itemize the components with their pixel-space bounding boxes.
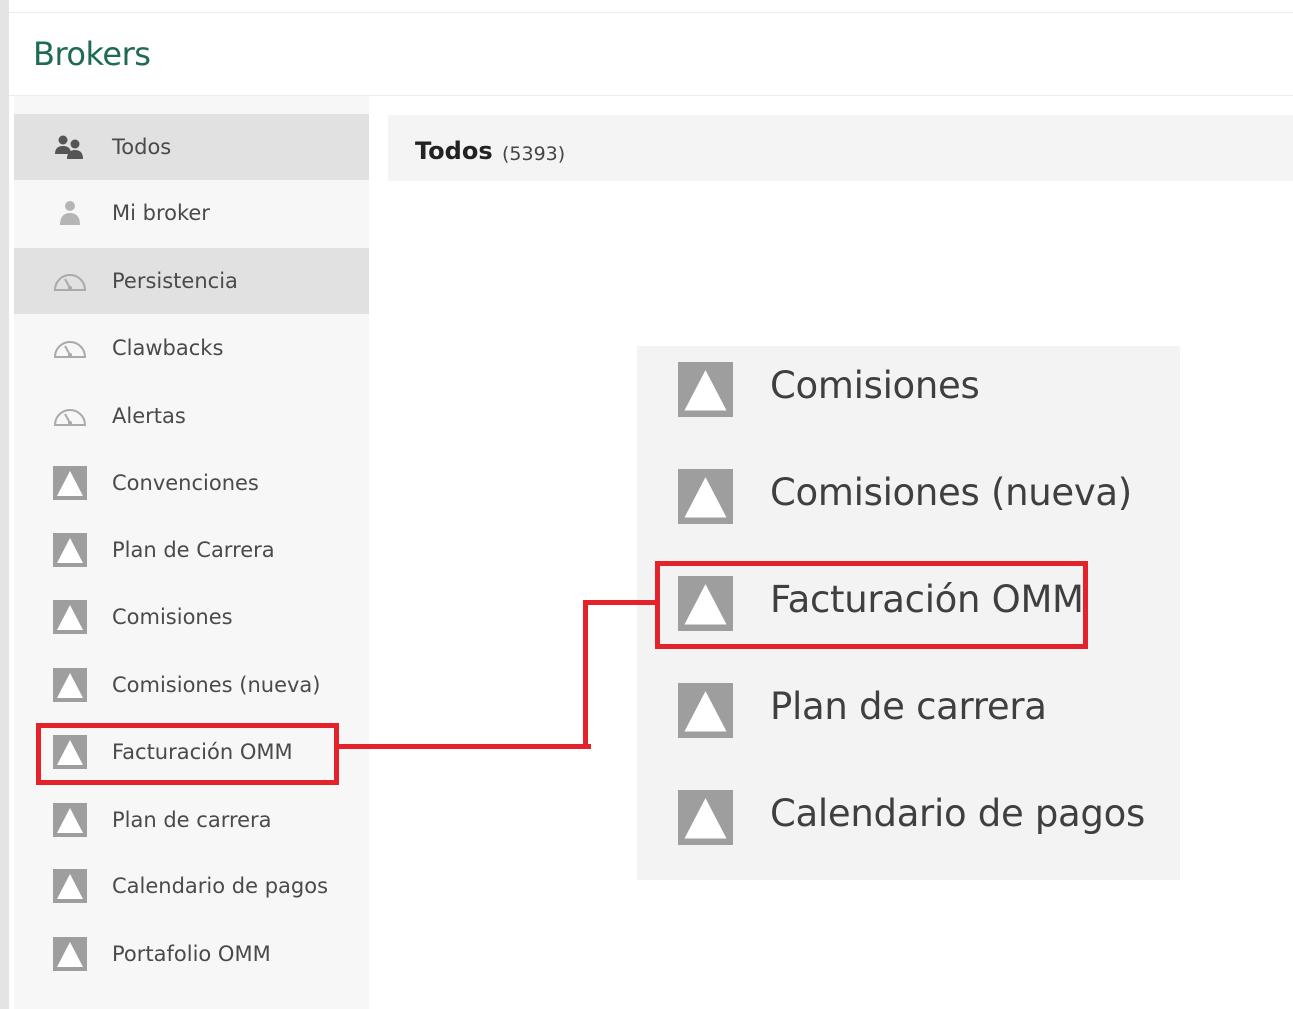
zoom-item-label: Comisiones	[770, 364, 980, 407]
triangle-image-icon	[52, 532, 88, 568]
sidebar-item-comisiones-nueva[interactable]: Comisiones (nueva)	[14, 652, 369, 718]
highlight-box-sidebar	[36, 723, 339, 785]
zoom-item-calendario-de-pagos[interactable]: Calendario de pagos	[637, 774, 1180, 881]
zoom-item-plan-de-carrera[interactable]: Plan de carrera	[637, 667, 1180, 774]
sidebar-item-calendario-de-pagos[interactable]: Calendario de pagos	[14, 853, 369, 919]
triangle-image-icon	[678, 683, 733, 738]
sidebar-item-clawbacks[interactable]: Clawbacks	[14, 315, 369, 381]
gauge-icon	[52, 263, 88, 299]
connector-line-horizontal-bottom	[339, 744, 591, 749]
sidebar-item-portafolio-omm[interactable]: Portafolio OMM	[14, 921, 369, 987]
triangle-image-icon	[678, 362, 733, 417]
sidebar-item-label: Mi broker	[112, 201, 210, 225]
sidebar-item-persistencia[interactable]: Persistencia	[14, 248, 369, 314]
sidebar-item-plan-de-carrera-2[interactable]: Plan de carrera	[14, 787, 369, 853]
zoom-item-comisiones[interactable]: Comisiones	[637, 346, 1180, 453]
sidebar-item-label: Portafolio OMM	[112, 942, 271, 966]
sidebar-item-label: Calendario de pagos	[112, 874, 329, 898]
zoom-item-label: Plan de carrera	[770, 685, 1047, 728]
users-icon	[52, 129, 88, 165]
zoom-item-comisiones-nueva[interactable]: Comisiones (nueva)	[637, 453, 1180, 560]
triangle-image-icon	[678, 469, 733, 524]
triangle-image-icon	[52, 599, 88, 635]
sidebar: Todos Mi broker Persistencia Clawbacks A…	[14, 96, 369, 1009]
sidebar-item-convenciones[interactable]: Convenciones	[14, 450, 369, 516]
sidebar-item-label: Comisiones (nueva)	[112, 673, 321, 697]
page-left-border	[0, 0, 9, 1009]
triangle-image-icon	[52, 465, 88, 501]
sidebar-item-label: Alertas	[112, 404, 186, 428]
sidebar-item-todos[interactable]: Todos	[14, 114, 369, 180]
sidebar-item-label: Comisiones	[112, 605, 233, 629]
connector-line-horizontal-top	[583, 600, 655, 605]
triangle-image-icon	[52, 667, 88, 703]
sidebar-item-alertas[interactable]: Alertas	[14, 383, 369, 449]
user-icon	[52, 195, 88, 231]
sidebar-item-label: Persistencia	[112, 269, 238, 293]
page-header: Brokers	[9, 13, 1293, 96]
sidebar-item-label: Convenciones	[112, 471, 259, 495]
sidebar-item-label: Todos	[112, 135, 172, 159]
triangle-image-icon	[52, 868, 88, 904]
zoom-item-label: Comisiones (nueva)	[770, 471, 1132, 514]
connector-line-vertical	[583, 600, 588, 749]
content-title: Todos	[415, 137, 493, 165]
sidebar-item-label: Clawbacks	[112, 336, 224, 360]
gauge-icon	[52, 330, 88, 366]
triangle-image-icon	[678, 790, 733, 845]
gauge-icon	[52, 398, 88, 434]
sidebar-item-mi-broker[interactable]: Mi broker	[14, 180, 369, 246]
result-count: (5393)	[502, 143, 566, 165]
sidebar-item-plan-de-carrera[interactable]: Plan de Carrera	[14, 517, 369, 583]
zoom-item-label: Calendario de pagos	[770, 792, 1145, 835]
sidebar-item-label: Plan de Carrera	[112, 538, 275, 562]
sidebar-item-comisiones[interactable]: Comisiones	[14, 584, 369, 650]
triangle-image-icon	[52, 802, 88, 838]
page-title: Brokers	[33, 35, 151, 73]
content-header: Todos (5393)	[388, 115, 1293, 181]
triangle-image-icon	[52, 936, 88, 972]
sidebar-item-label: Plan de carrera	[112, 808, 272, 832]
highlight-box-zoom	[655, 561, 1088, 649]
